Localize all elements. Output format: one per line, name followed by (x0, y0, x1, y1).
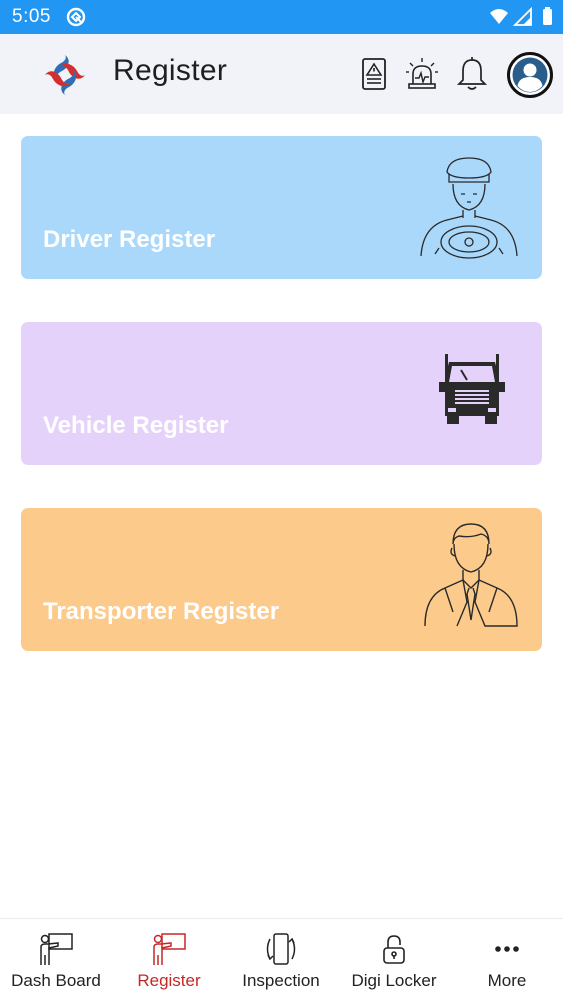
nav-inspection-label: Inspection (242, 971, 320, 990)
system-status-icons (490, 7, 552, 26)
profile-avatar-icon[interactable] (507, 52, 553, 98)
nav-register-label: Register (137, 971, 201, 990)
document-alert-icon[interactable] (357, 56, 391, 92)
vehicle-register-card[interactable]: Vehicle Register (21, 322, 542, 465)
presenter-icon (153, 933, 186, 965)
emergency-alarm-icon[interactable] (405, 56, 439, 92)
status-bar: 5:05 (0, 0, 563, 34)
app-notification-icon (66, 7, 86, 27)
nav-dashboard-label: Dash Board (11, 971, 101, 990)
nav-dashboard[interactable]: Dash Board (0, 919, 112, 1001)
driver-register-label: Driver Register (43, 226, 216, 253)
transporter-register-card[interactable]: Transporter Register (21, 508, 542, 651)
nav-register[interactable]: Register (113, 919, 225, 1001)
nav-inspection[interactable]: Inspection (225, 919, 337, 1001)
nav-more-label: More (487, 971, 527, 990)
driver-register-card[interactable]: Driver Register (21, 136, 542, 279)
more-dots-icon (495, 946, 519, 952)
battery-icon (543, 9, 552, 25)
nav-digi-locker[interactable]: Digi Locker (338, 919, 450, 1001)
notification-bell-icon[interactable] (455, 56, 489, 92)
nav-more[interactable]: More (451, 919, 563, 1001)
nav-digi-locker-label: Digi Locker (351, 971, 437, 990)
transporter-register-label: Transporter Register (43, 598, 280, 625)
app-logo-icon (45, 55, 85, 95)
page-title: Register (113, 54, 228, 87)
vehicle-register-label: Vehicle Register (43, 412, 229, 439)
status-time: 5:05 (12, 6, 51, 27)
app-bar: Register (0, 34, 563, 114)
businessman-icon (424, 523, 518, 627)
bottom-navigation: Dash Board Register Inspection Digi Lock… (0, 918, 563, 1000)
wifi-icon (490, 9, 508, 24)
phone-rotate-icon (266, 933, 296, 965)
presenter-icon (40, 933, 73, 965)
lock-icon (383, 935, 405, 964)
truck-icon (439, 354, 505, 424)
driver-icon (420, 157, 518, 259)
